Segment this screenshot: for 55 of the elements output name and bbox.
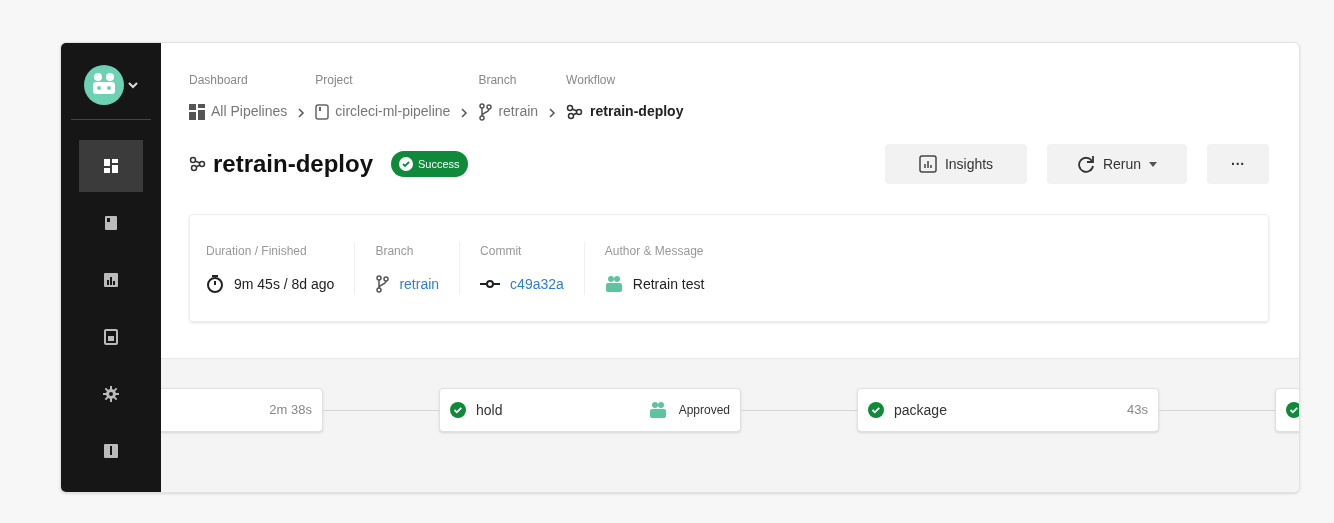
- chart-icon: [918, 155, 937, 173]
- breadcrumb-label: Branch: [478, 72, 518, 89]
- job-node[interactable]: package 43s: [857, 388, 1159, 432]
- branch-icon: [375, 275, 390, 293]
- status-badge: Success: [391, 151, 468, 177]
- chevron-down-icon: [128, 80, 138, 90]
- breadcrumb-link[interactable]: circleci-ml-pipeline: [335, 101, 451, 122]
- workflow-title: retrain-deploy: [213, 149, 374, 179]
- chart-icon: [103, 272, 119, 288]
- detail-value: Retrain test: [632, 274, 705, 294]
- breadcrumb-label: Project: [315, 72, 354, 89]
- job-duration: 43s: [1127, 401, 1148, 420]
- breadcrumb-label: Workflow: [566, 72, 617, 89]
- insights-button[interactable]: Insights: [885, 144, 1027, 184]
- book-icon: [103, 215, 119, 231]
- chevron-right-icon: [460, 108, 469, 118]
- workflow-icon: [566, 103, 585, 120]
- job-name: hold: [476, 400, 503, 420]
- sidebar-item[interactable]: [79, 140, 143, 192]
- check-icon: [399, 157, 414, 171]
- box-icon: [103, 443, 119, 459]
- field-label: Commit: [480, 242, 523, 260]
- detail-link[interactable]: retrain: [399, 273, 440, 295]
- document-icon: [103, 329, 119, 345]
- branch-icon: [478, 102, 493, 121]
- breadcrumb-link[interactable]: retrain-deploy: [590, 101, 684, 122]
- detail-link[interactable]: c49a32a: [510, 273, 564, 295]
- job-node[interactable]: hold Approved: [439, 388, 741, 432]
- detail-value: 9m 45s / 8d ago: [234, 274, 335, 294]
- job-name: package: [894, 400, 947, 420]
- breadcrumb-label: Dashboard: [189, 72, 249, 89]
- job-duration: 2m 38s: [269, 401, 312, 420]
- field-label: Author & Message: [604, 242, 705, 260]
- field-label: Duration / Finished: [206, 242, 308, 260]
- commit-icon: [480, 279, 501, 289]
- rerun-button[interactable]: Rerun: [1047, 144, 1187, 184]
- repo-icon: [315, 103, 330, 120]
- chevron-right-icon: [297, 108, 306, 118]
- chevron-right-icon: [548, 108, 557, 118]
- avatar-icon: [648, 401, 667, 419]
- dashboard-icon: [103, 158, 119, 174]
- rerun-icon: [1076, 155, 1095, 173]
- avatar-icon: [84, 65, 124, 105]
- stopwatch-icon: [206, 274, 224, 294]
- avatar-icon: [604, 275, 623, 293]
- settings-icon: [103, 386, 119, 402]
- approval-status: Approved: [678, 402, 730, 419]
- workflow-icon: [189, 156, 207, 172]
- caret-icon: [1149, 161, 1158, 167]
- breadcrumb-link[interactable]: All Pipelines: [211, 101, 288, 122]
- breadcrumb-link[interactable]: retrain: [498, 101, 539, 122]
- more-button[interactable]: ···: [1207, 144, 1269, 184]
- field-label: Branch: [375, 242, 415, 260]
- job-node[interactable]: 2m 38s: [161, 388, 323, 432]
- grid-icon: [189, 103, 205, 120]
